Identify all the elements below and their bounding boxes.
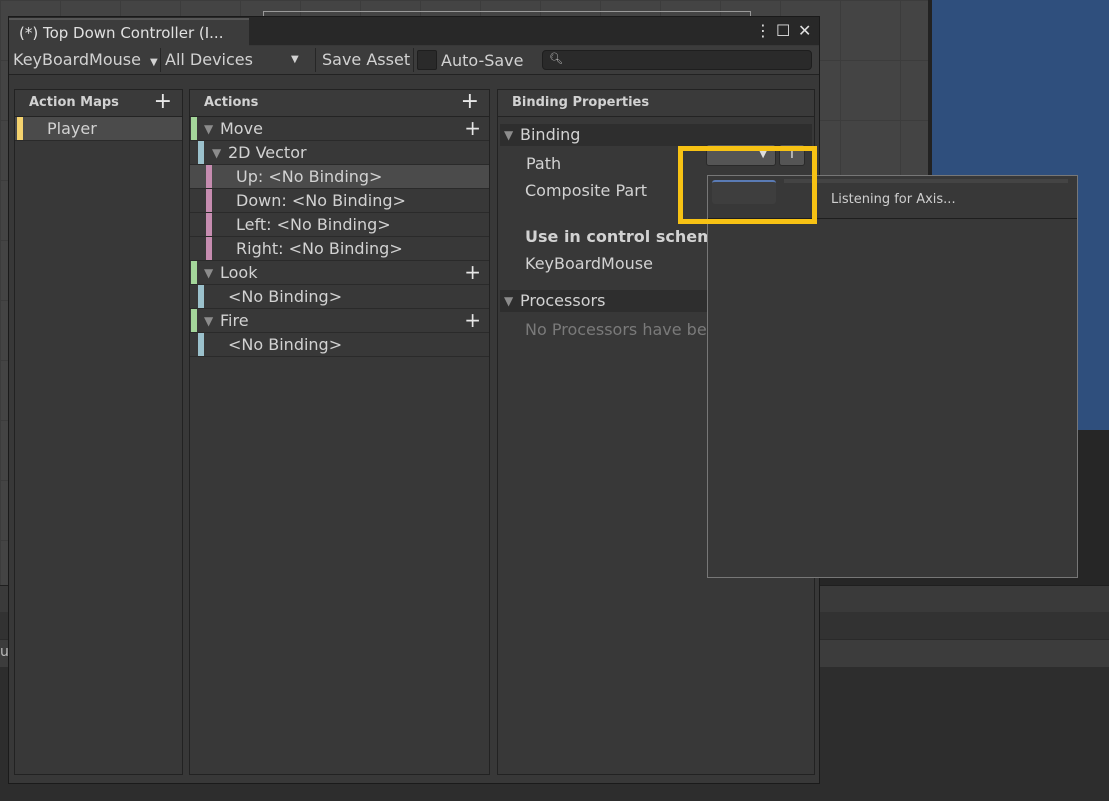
binding-label: Down: <No Binding> [236,191,406,210]
expand-triangle-icon[interactable]: ▼ [504,290,513,312]
binding-row-left[interactable]: Left: <No Binding> [190,213,489,237]
binding-label: Up: <No Binding> [236,167,383,186]
binding-section-header[interactable]: ▼ Binding [500,124,812,146]
action-map-item-player[interactable]: Player [15,117,182,141]
action-label: Fire [220,311,249,330]
toolbar: KeyBoardMouse ▼ All Devices ▼ Save Asset… [9,46,819,75]
add-binding-icon[interactable]: + [464,261,481,283]
action-maps-title: Action Maps [29,95,119,110]
actions-title: Actions [204,95,259,110]
part-color-bar [206,213,212,236]
binding-properties-title: Binding Properties [512,95,650,110]
binding-path-popup: Listening for Axis... [707,175,1078,578]
popup-search-strip [784,179,1068,183]
composite-row-2d-vector[interactable]: ▼ 2D Vector [190,141,489,165]
action-row-look[interactable]: ▼ Look + [190,261,489,285]
divider [315,48,316,72]
action-map-label: Player [47,119,97,138]
input-actions-window: (*) Top Down Controller (I... ⋮ ☐ ✕ KeyB… [8,16,820,784]
action-color-bar [191,261,197,284]
processors-section-label: Processors [520,291,606,310]
binding-color-bar [198,333,204,356]
highlight-box [678,146,817,224]
chevron-down-icon: ▼ [291,54,299,65]
add-binding-icon[interactable]: + [464,117,481,139]
expand-triangle-icon[interactable]: ▼ [204,117,213,141]
auto-save-label: Auto-Save [441,51,524,70]
add-binding-icon[interactable]: + [464,309,481,331]
binding-label: <No Binding> [228,335,343,354]
auto-save-checkbox[interactable] [417,50,437,70]
binding-label: Left: <No Binding> [236,215,391,234]
search-icon: 🔍︎ [549,52,563,65]
expand-triangle-icon[interactable]: ▼ [504,124,513,146]
action-label: Move [220,119,263,138]
binding-row-fire[interactable]: <No Binding> [190,333,489,357]
control-scheme-label: KeyBoardMouse [13,50,141,69]
part-color-bar [206,165,212,188]
control-scheme-heading: Use in control scheme [525,227,725,246]
actions-panel: Actions + ▼ Move + ▼ 2D Vector Up: <No B… [189,89,490,775]
binding-row-right[interactable]: Right: <No Binding> [190,237,489,261]
action-row-fire[interactable]: ▼ Fire + [190,309,489,333]
composite-color-bar [198,141,204,164]
action-color-bar [191,309,197,332]
add-action-icon[interactable]: + [461,90,479,114]
composite-part-label: Composite Part [525,181,648,200]
binding-label: Right: <No Binding> [236,239,403,258]
binding-section-label: Binding [520,125,581,144]
devices-label: All Devices [165,50,253,69]
search-input[interactable]: 🔍︎ [542,50,812,70]
action-row-move[interactable]: ▼ Move + [190,117,489,141]
add-action-map-icon[interactable]: + [154,90,172,114]
path-label: Path [526,154,562,173]
divider [413,48,414,72]
actions-header: Actions + [190,90,489,117]
binding-color-bar [198,285,204,308]
binding-row-down[interactable]: Down: <No Binding> [190,189,489,213]
action-color-bar [191,117,197,140]
part-color-bar [206,237,212,260]
close-icon[interactable]: ✕ [798,21,811,41]
expand-triangle-icon[interactable]: ▼ [204,261,213,285]
chevron-down-icon: ▼ [150,57,158,68]
devices-dropdown[interactable]: All Devices ▼ [165,48,305,72]
processors-empty-text: No Processors have bee [525,320,717,339]
binding-row-up[interactable]: Up: <No Binding> [190,165,489,189]
maximize-icon[interactable]: ☐ [776,21,790,41]
action-label: Look [220,263,258,282]
action-maps-header: Action Maps + [15,90,182,117]
action-map-color-bar [17,117,23,140]
window-tab[interactable]: (*) Top Down Controller (I... [9,18,249,46]
listening-status: Listening for Axis... [831,192,956,207]
action-maps-panel: Action Maps + Player [14,89,183,775]
binding-row-look[interactable]: <No Binding> [190,285,489,309]
control-scheme-dropdown[interactable]: KeyBoardMouse ▼ [13,48,158,72]
binding-label: <No Binding> [228,287,343,306]
expand-triangle-icon[interactable]: ▼ [212,141,221,165]
expand-triangle-icon[interactable]: ▼ [204,309,213,333]
binding-properties-header: Binding Properties [498,90,814,117]
composite-label: 2D Vector [228,143,307,162]
part-color-bar [206,189,212,212]
divider [160,48,161,72]
window-menu-icon[interactable]: ⋮ [755,21,771,41]
control-scheme-value: KeyBoardMouse [525,254,653,273]
save-asset-button[interactable]: Save Asset [322,48,410,72]
title-bar: (*) Top Down Controller (I... ⋮ ☐ ✕ [9,17,819,46]
